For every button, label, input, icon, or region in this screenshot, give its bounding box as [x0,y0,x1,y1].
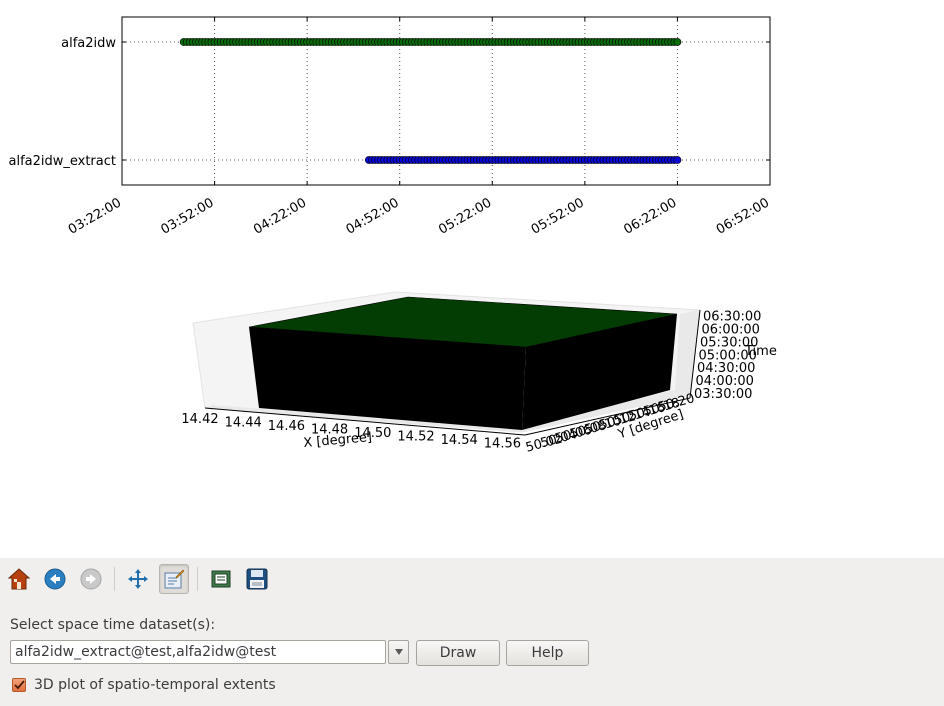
forward-icon [80,568,102,590]
chevron-down-icon [394,649,403,655]
z3d-tick-label: 03:30:00 [694,387,752,402]
home-icon [7,568,31,590]
pan-button[interactable] [123,564,153,594]
y-tick-label: alfa2idw [61,36,116,51]
y3d-tick-label: 50.18 [642,396,682,420]
dataset-select-label: Select space time dataset(s): [10,617,216,633]
extent-box-top-face [248,296,678,348]
x3d-tick-label: 14.44 [225,416,262,431]
y-axis-line [524,397,691,436]
z3d-tick-label: 04:00:00 [696,374,754,389]
zoom-button[interactable] [159,564,189,594]
toolbar-separator [114,567,115,591]
z-axis-line [689,309,701,399]
toolbar-separator [197,567,198,591]
x3d-axis-label: X [degree] [303,430,373,451]
x3d-tick-label: 14.50 [354,426,391,441]
back-icon [44,568,66,590]
z3d-tick-label: 04:30:00 [697,361,755,376]
z3d-tick-label: 05:30:00 [700,335,758,350]
plot-canvas: alfa2idw alfa2idw_extract 03:22:00 03:52:00… [0,0,944,558]
x-tick-label: 06:22:00 [621,195,679,237]
z3d-axis-label: Time [744,344,777,359]
timeline-chart: alfa2idw alfa2idw_extract 03:22:00 03:52:00… [8,16,772,238]
z3d-tick-label: 06:00:00 [702,323,760,338]
x-tick-label: 04:22:00 [251,195,309,237]
checkmark-icon [13,680,25,690]
extent-box-front-face [249,327,526,430]
y3d-tick-label: 50.12 [598,409,638,433]
zoom-icon [164,569,185,589]
x-tick-label: 05:52:00 [529,195,587,237]
save-icon [246,568,268,590]
y3d-tick-label: 50.10 [583,414,623,438]
control-panel: Select space time dataset(s): Draw Help … [0,558,944,706]
dataset-input[interactable] [10,640,386,664]
x-axis-line [204,407,526,436]
y3d-tick-label: 50.04 [539,427,579,451]
x-tick-label: 04:52:00 [344,195,402,237]
series-alfa2idw [179,38,682,46]
save-button[interactable] [242,564,272,594]
x3d-tick-label: 14.54 [441,433,478,448]
draw-button[interactable]: Draw [416,640,500,666]
data-point [673,38,682,46]
axes-pane-back [192,291,701,433]
y3d-tick-label: 50.02 [524,432,564,456]
forward-button[interactable] [76,564,106,594]
y3d-tick-label: 50.08 [568,418,608,442]
x-tick-label: 03:22:00 [66,195,124,237]
subplots-button[interactable] [206,564,236,594]
x-tick-label: 03:52:00 [159,195,217,237]
x3d-tick-label: 14.56 [484,437,521,452]
x3d-tick-label: 14.46 [268,419,305,434]
x3d-tick-label: 14.52 [397,430,434,445]
axes-pane-side [205,310,700,432]
y3d-tick-label: 50.20 [656,391,696,415]
z3d-tick-label: 05:00:00 [699,348,757,363]
x3d-tick-label: 14.48 [311,423,348,438]
data-point [673,156,682,164]
plot-toolbar [4,562,278,596]
pan-icon [128,569,148,589]
y-tick-label: alfa2idw_extract [8,154,116,169]
x3d-tick-label: 14.42 [181,412,218,427]
back-button[interactable] [40,564,70,594]
subplots-icon [211,570,231,588]
y3d-tick-label: 50.16 [627,400,667,424]
checkbox-3d-label: 3D plot of spatio-temporal extents [34,677,276,693]
checkbox-3d-row: 3D plot of spatio-temporal extents [12,676,276,694]
x-tick-label: 06:52:00 [714,195,772,237]
checkbox-3d[interactable] [12,678,26,692]
series-alfa2idw_extract [364,156,682,164]
help-button[interactable]: Help [506,640,589,666]
dataset-dropdown-button[interactable] [388,640,409,664]
x-tick-label: 05:22:00 [436,195,494,237]
y3d-axis-label: Y [degree] [615,407,685,443]
home-button[interactable] [4,564,34,594]
extent-box-side-face [522,314,677,430]
y3d-tick-label: 50.14 [612,405,652,429]
z3d-tick-label: 06:30:00 [703,310,761,325]
y3d-tick-label: 50.06 [554,423,594,447]
